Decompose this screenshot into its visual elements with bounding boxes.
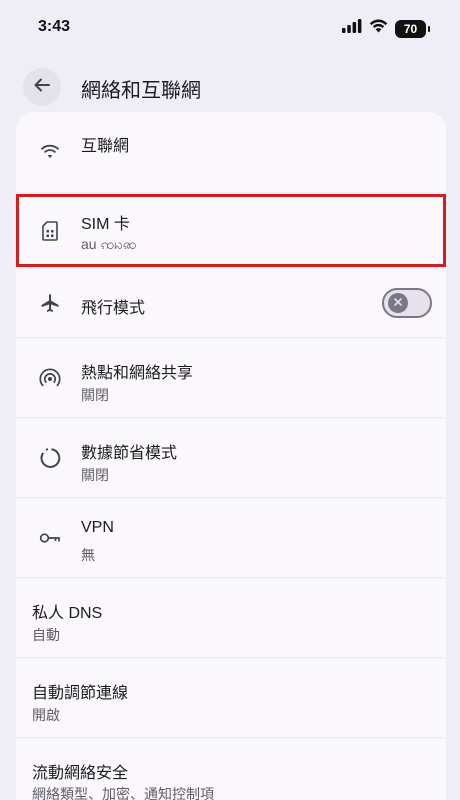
page-title: 網絡和互聯網: [81, 80, 201, 102]
list-item-title: SIM 卡: [81, 216, 130, 233]
adaptive-connectivity-card: 自動調節連線 開啟: [16, 659, 446, 737]
battery-tip: [428, 25, 430, 32]
private-dns-card: 私人 DNS 自動: [16, 579, 446, 657]
list-item-title: 互聯網: [81, 138, 130, 155]
wifi-icon: [38, 140, 62, 164]
list-item-subtitle: 關閉: [81, 387, 109, 403]
hotspot-card: 熱點和網絡共享 關閉: [16, 339, 446, 417]
toggle-knob: [388, 293, 408, 313]
list-item-title: 流動網絡安全: [32, 765, 129, 782]
internet-card: 互聯網: [16, 112, 446, 192]
list-item-subtitle: 無: [81, 547, 95, 563]
vpn-key-icon: [38, 526, 62, 550]
list-item-airplane-mode[interactable]: 飛行模式: [16, 269, 446, 337]
data-saver-card: 數據節省模式 關閉: [16, 419, 446, 497]
list-item-internet[interactable]: 互聯網: [16, 112, 446, 192]
close-icon: [393, 294, 403, 312]
list-item-title: 私人 DNS: [32, 605, 103, 622]
wifi-status-icon: [369, 19, 388, 38]
list-item-subtitle: 自動: [32, 627, 60, 643]
back-button[interactable]: [23, 68, 61, 106]
airplane-card: 飛行模式: [16, 269, 446, 337]
list-item-data-saver[interactable]: 數據節省模式 關閉: [16, 419, 446, 497]
list-item-title: 自動調節連線: [32, 685, 129, 702]
status-bar: 3:43 70: [0, 0, 460, 56]
list-item-subtitle: 開啟: [32, 707, 60, 723]
list-item-subtitle: 網絡類型、加密、通知控制項: [32, 786, 214, 800]
sim-card-card: SIM 卡 au ꩡꩢꩣ: [16, 194, 446, 267]
signal-icon: [342, 19, 362, 38]
list-item-private-dns[interactable]: 私人 DNS 自動: [16, 579, 446, 657]
list-item-title: 數據節省模式: [81, 445, 178, 462]
airplane-icon: [38, 291, 62, 315]
battery-icon: 70: [395, 19, 426, 38]
list-item-mobile-network-security[interactable]: 流動網絡安全 網絡類型、加密、通知控制項: [16, 739, 446, 800]
status-time: 3:43: [38, 18, 71, 35]
sim-card-icon: [38, 219, 62, 243]
list-item-adaptive-connectivity[interactable]: 自動調節連線 開啟: [16, 659, 446, 737]
list-item-vpn[interactable]: VPN 無: [16, 499, 446, 577]
list-item-sim[interactable]: SIM 卡 au ꩡꩢꩣ: [16, 194, 446, 267]
vpn-card: VPN 無: [16, 499, 446, 577]
status-icons: 70: [342, 19, 430, 38]
list-item-hotspot[interactable]: 熱點和網絡共享 關閉: [16, 339, 446, 417]
list-item-title: 熱點和網絡共享: [81, 365, 194, 382]
mobile-network-security-card: 流動網絡安全 網絡類型、加密、通知控制項: [16, 739, 446, 800]
list-item-title: 飛行模式: [81, 300, 146, 317]
airplane-mode-toggle[interactable]: [382, 288, 432, 318]
list-item-title: VPN: [81, 519, 114, 536]
arrow-back-icon: [33, 76, 51, 99]
list-item-subtitle: au ꩡꩢꩣ: [81, 236, 137, 252]
hotspot-icon: [38, 366, 62, 390]
top-app-bar: 網絡和互聯網: [0, 64, 460, 112]
data-saver-icon: [38, 446, 62, 470]
list-item-subtitle: 關閉: [81, 467, 109, 483]
